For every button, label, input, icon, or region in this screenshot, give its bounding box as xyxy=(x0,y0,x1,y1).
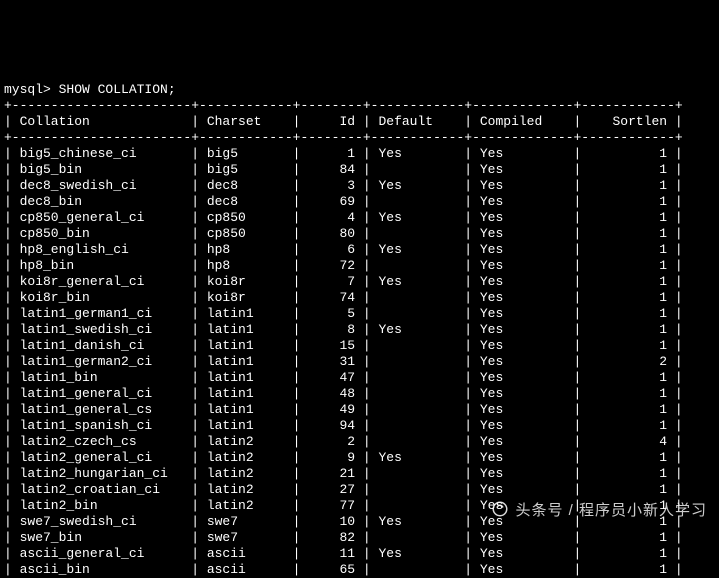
results-table: +-----------------------+------------+--… xyxy=(4,98,683,578)
terminal-output[interactable]: mysql> SHOW COLLATION; +----------------… xyxy=(0,80,719,578)
prompt-line: mysql> SHOW COLLATION; xyxy=(4,82,176,97)
